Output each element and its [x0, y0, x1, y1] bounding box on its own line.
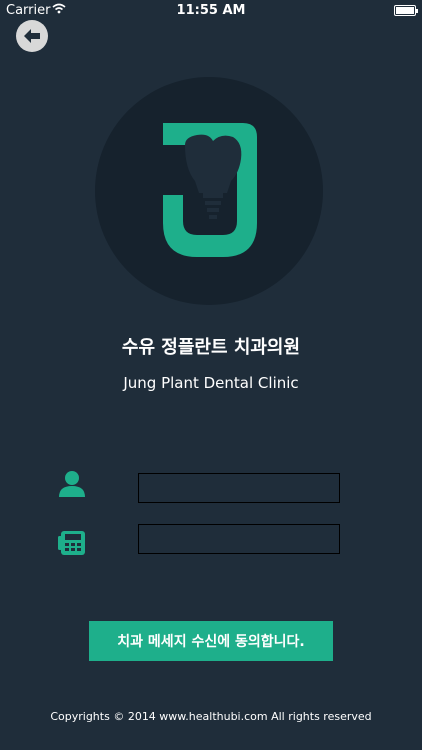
consent-button[interactable]: 치과 메세지 수신에 동의합니다. — [89, 621, 333, 661]
phone-input[interactable] — [138, 524, 340, 554]
logo-circle — [95, 77, 323, 305]
clinic-name-english: Jung Plant Dental Clinic — [123, 374, 299, 392]
tooth-implant-logo — [163, 123, 257, 257]
arrow-left-icon — [24, 29, 40, 43]
back-button[interactable] — [16, 20, 48, 52]
phone-icon — [57, 530, 87, 560]
status-bar: Carrier 11:55 AM — [0, 0, 422, 22]
clinic-name-korean: 수유 정플란트 치과의원 — [121, 337, 301, 358]
status-time: 11:55 AM — [176, 3, 246, 18]
name-input[interactable] — [138, 473, 340, 503]
battery-icon — [394, 5, 418, 16]
copyright-footer: Copyrights © 2014 www.healthubi.com All … — [50, 710, 372, 723]
person-icon — [57, 470, 87, 502]
